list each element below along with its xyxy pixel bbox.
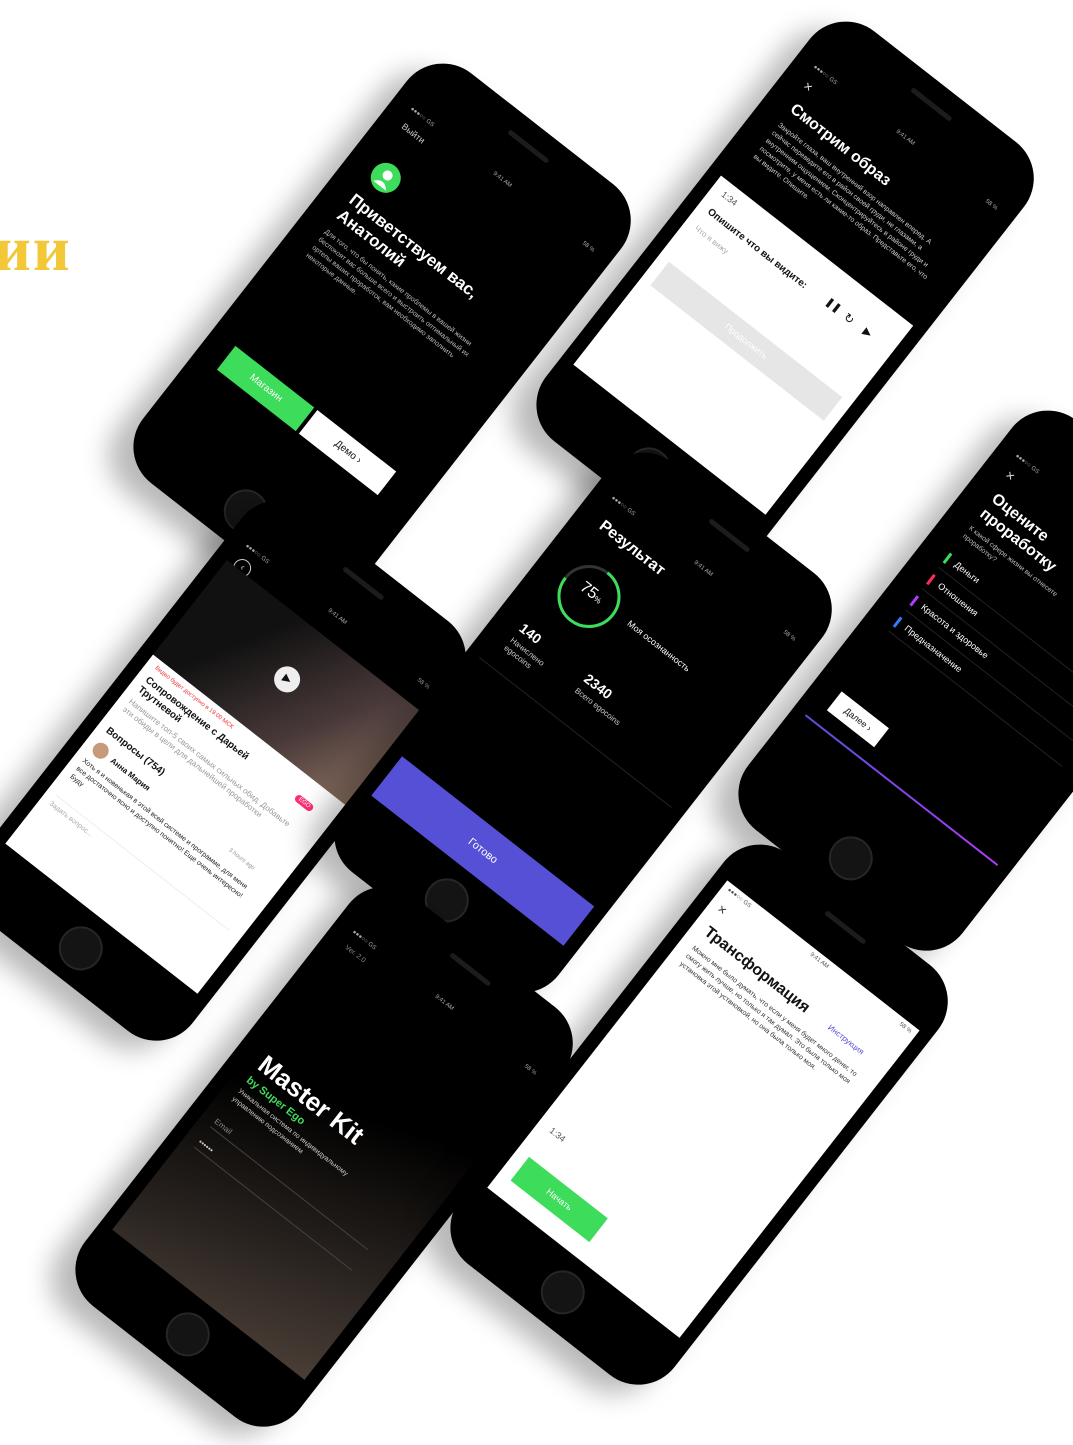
speaker bbox=[910, 87, 953, 122]
home-button[interactable] bbox=[819, 827, 882, 890]
battery-text: 58 % bbox=[897, 1021, 913, 1035]
divider bbox=[478, 656, 672, 808]
close-icon[interactable]: × bbox=[1002, 467, 1018, 485]
home-button[interactable] bbox=[49, 917, 112, 980]
category-marker-beauty bbox=[909, 594, 920, 607]
avatar bbox=[89, 739, 112, 762]
home-button[interactable] bbox=[156, 1303, 219, 1366]
battery-text: 58 % bbox=[781, 629, 797, 643]
play-icon[interactable]: ▶ bbox=[860, 325, 875, 341]
rate-screen: ●●●○○ GS 9:41 AM 58 % × Оцените проработ… bbox=[775, 446, 1073, 904]
awareness-label: Моя осознанность bbox=[625, 618, 693, 674]
close-icon[interactable]: × bbox=[714, 901, 730, 919]
close-icon[interactable]: × bbox=[800, 78, 816, 96]
timer-text: 1:34 bbox=[719, 189, 740, 208]
transform-body: Можно мне было думать, что если у меня б… bbox=[678, 944, 859, 1086]
category-marker-money bbox=[942, 552, 953, 564]
ego-badge: EGO bbox=[293, 793, 316, 813]
speaker bbox=[708, 518, 751, 553]
continue-button[interactable]: Продолжить bbox=[650, 261, 843, 421]
speaker bbox=[507, 129, 550, 164]
play-icon[interactable]: ▶ bbox=[268, 661, 306, 698]
start-button[interactable]: Начать bbox=[510, 1156, 608, 1243]
battery-text: 58 % bbox=[415, 677, 431, 691]
hero-title-fragment: ии bbox=[0, 213, 72, 284]
category-list: Деньги Отношения Красота и здоровье Пред… bbox=[888, 546, 1073, 767]
home-button[interactable] bbox=[531, 1261, 594, 1324]
battery-text: 58 % bbox=[522, 1063, 538, 1077]
demo-button[interactable]: Демо › bbox=[298, 409, 397, 496]
battery-text: 58 % bbox=[580, 240, 596, 254]
avatar-icon bbox=[364, 156, 407, 199]
pause-icon[interactable]: ❚❚ bbox=[823, 296, 843, 315]
battery-text: 58 % bbox=[983, 198, 999, 212]
category-marker-purpose bbox=[892, 616, 903, 628]
speaker bbox=[342, 566, 385, 601]
image-screen: ●●●○○ GS 9:41 AM 58 % × Смотрим образ За… bbox=[573, 57, 1006, 515]
replay-icon[interactable]: ↻ bbox=[841, 310, 858, 327]
password-field[interactable]: •••••• bbox=[194, 1137, 360, 1271]
speaker bbox=[449, 952, 492, 987]
welcome-screen: ●●●○○ GS 9:41 AM 58 % Выйти Приветствуем… bbox=[170, 99, 603, 557]
timer-text: 1:34 bbox=[547, 1125, 568, 1145]
category-marker-relations bbox=[926, 573, 936, 585]
clock-text: 9:41 AM bbox=[491, 170, 513, 190]
speaker bbox=[824, 910, 867, 945]
status-bar: ●●●○○ GS 9:41 AM 58 % bbox=[406, 106, 596, 257]
shop-button[interactable]: Магазин bbox=[216, 345, 315, 432]
comment-time: 3 hours ago bbox=[227, 847, 256, 872]
